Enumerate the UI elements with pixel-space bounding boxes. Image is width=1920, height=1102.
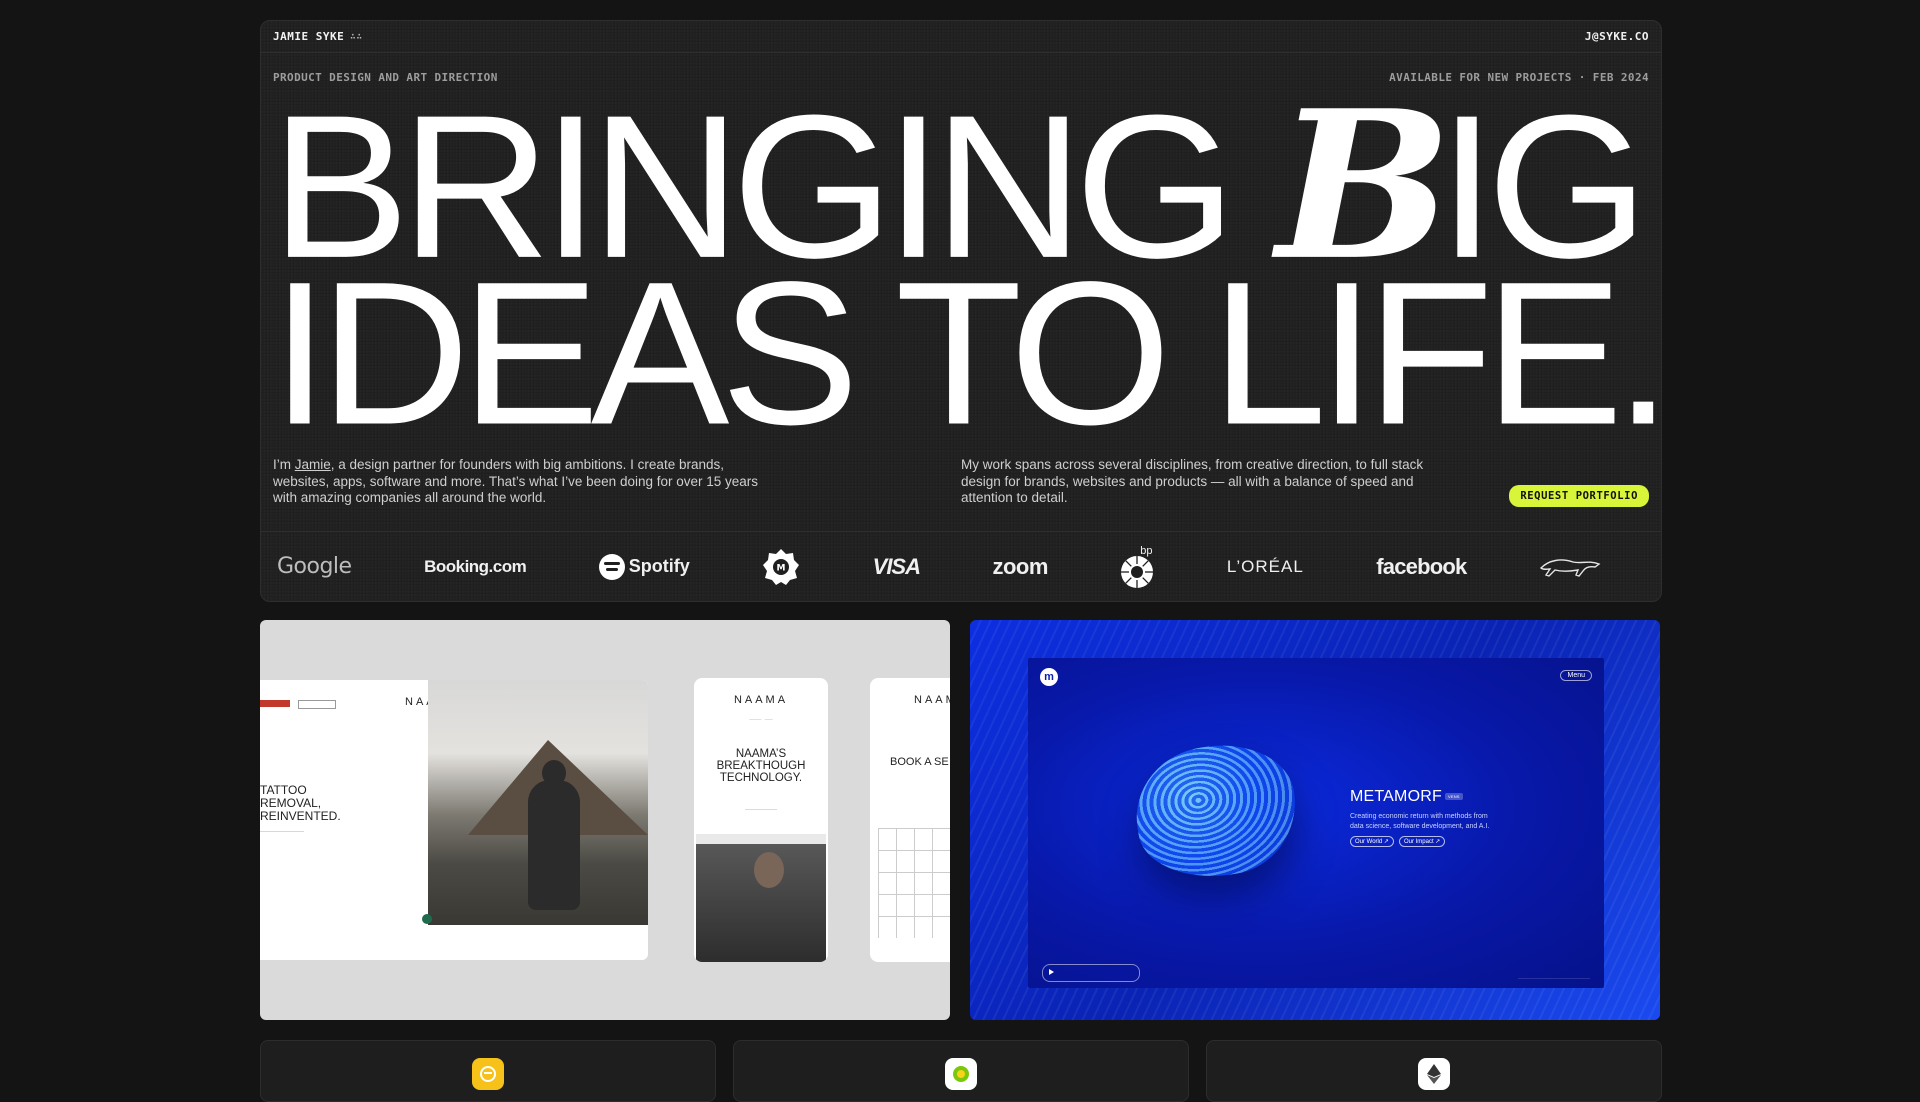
metamorf-logo: m <box>1040 668 1058 686</box>
app-icon-yellow <box>472 1058 504 1090</box>
naama-booking-mockup: NAAMA BOOK A SE <box>870 678 950 962</box>
metamorf-description: Creating economic return with methods fr… <box>1350 813 1490 830</box>
client-logos: Google Booking.com Spotify M VISA zoom b… <box>261 531 1661 601</box>
artist-photo <box>696 834 826 962</box>
svg-text:M: M <box>777 563 786 573</box>
ethereum-icon <box>1418 1058 1450 1090</box>
bp-logo: bp <box>1120 545 1154 589</box>
metamorf-menu-button: Menu <box>1560 670 1592 681</box>
our-impact-button: Our Impact ↗ <box>1398 836 1446 847</box>
jaguar-leaper-icon <box>1539 558 1601 577</box>
naama-brand: NAAMA <box>914 694 950 706</box>
naama-small-text: ——————————— <box>260 828 304 833</box>
spotify-icon <box>598 553 625 580</box>
google-logo: Google <box>277 554 352 579</box>
naama-mobile-mockup: NAAMA ——— —— NAAMA’S BREAKTHOUGH TECHNOL… <box>694 678 828 962</box>
request-portfolio-button[interactable]: REQUEST PORTFOLIO <box>1509 485 1649 507</box>
blob-graphic <box>1127 735 1305 887</box>
badge-icon: M <box>763 548 800 585</box>
project-card-naama[interactable]: TATTOO REMOVAL, REINVENTED. ——————————— … <box>260 620 950 1020</box>
intro-text: I’m Jamie, a design partner for founders… <box>273 457 759 505</box>
naama-brand: NAAMA <box>733 694 789 706</box>
project-card-mini-2[interactable] <box>733 1040 1189 1102</box>
project-card-mini-3[interactable] <box>1206 1040 1662 1102</box>
booking-logo: Booking.com <box>424 556 527 576</box>
naama-desktop-mockup: TATTOO REMOVAL, REINVENTED. ——————————— … <box>260 680 648 960</box>
visa-logo: VISA <box>872 553 921 579</box>
brand-mark-icon: ∴∴ <box>350 31 364 42</box>
nav-button <box>260 700 290 707</box>
calendar-grid <box>878 828 950 938</box>
metamorf-title: METAMORF VENS <box>1350 788 1463 806</box>
play-icon <box>1049 969 1054 975</box>
app-icon-green <box>945 1058 977 1090</box>
naama-booking-title: BOOK A SE <box>890 756 949 768</box>
name-link[interactable]: Jamie <box>295 457 331 472</box>
audio-player <box>1042 964 1140 982</box>
loreal-logo: L’ORÉAL <box>1226 556 1304 576</box>
hero-panel: JAMIE SYKE ∴∴ J@SYKE.CO PRODUCT DESIGN A… <box>260 20 1662 602</box>
our-world-button: Our World ↗ <box>1350 836 1394 847</box>
footer-text: ———————————————————————— <box>1518 976 1590 980</box>
naama-mobile-title: NAAMA’S BREAKTHOUGH TECHNOLOGY. <box>716 748 806 784</box>
disciplines-text: My work spans across several disciplines… <box>961 457 1424 505</box>
face <box>754 852 784 888</box>
facebook-logo: facebook <box>1376 553 1467 579</box>
naama-desktop-title: TATTOO REMOVAL, REINVENTED. <box>260 783 341 823</box>
brand[interactable]: JAMIE SYKE ∴∴ <box>273 30 363 43</box>
person-figure <box>528 780 580 910</box>
jaguar-logo <box>1539 554 1601 580</box>
headline-line-2: IDEAS TO LIFE. <box>271 240 1662 468</box>
headline: BRINGING BIG IDEAS TO LIFE. <box>271 84 1662 468</box>
brand-name[interactable]: JAMIE SYKE <box>273 30 344 43</box>
spotify-logo: Spotify <box>598 553 690 580</box>
zoom-logo: zoom <box>992 553 1048 579</box>
top-bar: JAMIE SYKE ∴∴ J@SYKE.CO <box>261 21 1661 53</box>
mountain-photo <box>428 680 648 925</box>
project-card-metamorf[interactable]: m Menu METAMORF VENS Creating economic re… <box>970 620 1660 1020</box>
status-dot <box>422 914 432 924</box>
nav-button <box>298 700 336 709</box>
project-card-mini-1[interactable] <box>260 1040 716 1102</box>
badge-logo: M <box>762 548 800 586</box>
email-link[interactable]: J@SYKE.CO <box>1585 30 1649 43</box>
metamorf-screen-mockup: m Menu METAMORF VENS Creating economic re… <box>1028 658 1604 988</box>
bp-sunflower-icon <box>1121 555 1154 588</box>
